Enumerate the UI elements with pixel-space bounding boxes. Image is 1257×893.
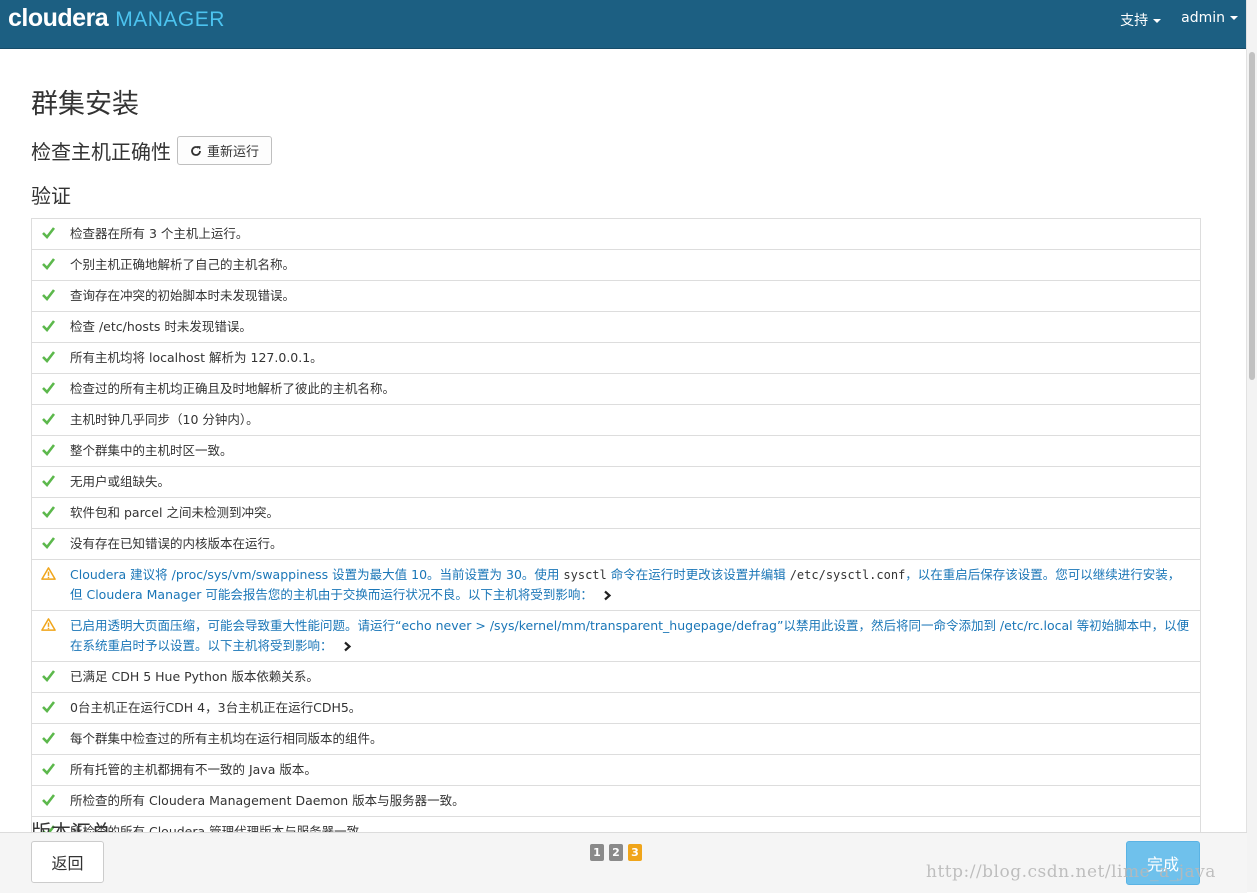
scrollbar-thumb[interactable] xyxy=(1249,52,1255,380)
caret-down-icon xyxy=(1153,19,1162,23)
check-icon xyxy=(42,794,56,806)
expand-chevron-icon[interactable] xyxy=(603,590,612,601)
validation-text: 软件包和 parcel 之间未检测到冲突。 xyxy=(70,505,279,520)
logo-primary-text: cloudera xyxy=(8,4,109,32)
check-icon xyxy=(42,701,56,713)
validation-success-row: 每个群集中检查过的所有主机均在运行相同版本的组件。 xyxy=(32,723,1200,754)
check-icon xyxy=(42,382,56,394)
validation-success-row: 检查器在所有 3 个主机上运行。 xyxy=(32,219,1200,249)
validation-text: 检查过的所有主机均正确且及时地解析了彼此的主机名称。 xyxy=(70,381,396,396)
validation-success-row: 所检查的所有 Cloudera Management Daemon 版本与服务器… xyxy=(32,785,1200,816)
validation-success-row: 所有主机均将 localhost 解析为 127.0.0.1。 xyxy=(32,342,1200,373)
cloudera-manager-logo[interactable]: cloudera MANAGER xyxy=(8,4,225,34)
validation-success-row: 主机时钟几乎同步（10 分钟内）。 xyxy=(32,404,1200,435)
warning-icon xyxy=(41,618,56,631)
check-icon xyxy=(42,475,56,487)
check-icon xyxy=(42,537,56,549)
validation-success-row: 已满足 CDH 5 Hue Python 版本依赖关系。 xyxy=(32,661,1200,692)
validation-success-row: 没有存在已知错误的内核版本在运行。 xyxy=(32,528,1200,559)
check-icon xyxy=(42,258,56,270)
blog-watermark: http://blog.csdn.net/lime_a_java xyxy=(926,862,1216,882)
validation-success-row: 整个群集中的主机时区一致。 xyxy=(32,435,1200,466)
rerun-button[interactable]: 重新运行 xyxy=(177,136,273,165)
validation-text: 检查器在所有 3 个主机上运行。 xyxy=(70,226,249,241)
validation-text: 查询存在冲突的初始脚本时未发现错误。 xyxy=(70,288,296,303)
check-icon xyxy=(42,320,56,332)
validation-text: Cloudera 建议将 /proc/sys/vm/swappiness 设置为… xyxy=(70,567,1180,602)
expand-chevron-icon[interactable] xyxy=(343,641,352,652)
check-icon xyxy=(42,506,56,518)
page-title: 群集安装 xyxy=(31,89,139,120)
wizard-step-3: 3 xyxy=(628,844,642,861)
inline-code: /etc/sysctl.conf xyxy=(789,568,906,582)
verification-heading: 验证 xyxy=(31,184,71,208)
validation-text: 无用户或组缺失。 xyxy=(70,474,171,489)
rerun-button-label: 重新运行 xyxy=(207,145,260,160)
wizard-step-indicator: 123 xyxy=(590,844,647,861)
back-button[interactable]: 返回 xyxy=(31,841,104,883)
page-scrollbar[interactable] xyxy=(1246,0,1257,892)
validation-success-row: 软件包和 parcel 之间未检测到冲突。 xyxy=(32,497,1200,528)
validation-success-row: 无用户或组缺失。 xyxy=(32,466,1200,497)
support-menu-label: 支持 xyxy=(1120,13,1149,29)
check-icon xyxy=(42,732,56,744)
validation-text: 没有存在已知错误的内核版本在运行。 xyxy=(70,536,283,551)
check-icon xyxy=(42,444,56,456)
check-icon xyxy=(42,289,56,301)
caret-down-icon xyxy=(1230,16,1238,20)
validation-text: 个别主机正确地解析了自己的主机名称。 xyxy=(70,257,296,272)
validation-success-row: 个别主机正确地解析了自己的主机名称。 xyxy=(32,249,1200,280)
validation-success-row: 检查 /etc/hosts 时未发现错误。 xyxy=(32,311,1200,342)
validation-text: 整个群集中的主机时区一致。 xyxy=(70,443,233,458)
inline-code: sysctl xyxy=(563,568,607,582)
validation-list: 检查器在所有 3 个主机上运行。个别主机正确地解析了自己的主机名称。 查询存在冲突… xyxy=(31,218,1201,848)
validation-text: 所检查的所有 Cloudera Management Daemon 版本与服务器… xyxy=(70,793,465,808)
validation-text: 所有主机均将 localhost 解析为 127.0.0.1。 xyxy=(70,350,323,365)
warning-icon xyxy=(41,567,56,580)
top-nav-menu: 支持 admin xyxy=(1100,10,1238,30)
check-icon xyxy=(42,413,56,425)
refresh-icon xyxy=(190,145,202,157)
validation-success-row: 0台主机正在运行CDH 4，3台主机正在运行CDH5。 xyxy=(32,692,1200,723)
validation-success-row: 检查过的所有主机均正确且及时地解析了彼此的主机名称。 xyxy=(32,373,1200,404)
check-icon xyxy=(42,670,56,682)
validation-text: 检查 /etc/hosts 时未发现错误。 xyxy=(70,319,252,334)
text-fragment: 已启用透明大页面压缩，可能会导致重大性能问题。请运行“echo never > … xyxy=(70,618,1190,653)
check-icon xyxy=(42,227,56,239)
section-subtitle: 检查主机正确性 xyxy=(31,140,171,164)
logo-secondary-text: MANAGER xyxy=(115,8,225,31)
host-inspector-section: 检查主机正确性 重新运行 xyxy=(31,136,273,165)
validation-warning-row[interactable]: Cloudera 建议将 /proc/sys/vm/swappiness 设置为… xyxy=(32,559,1200,610)
validation-success-row: 所有托管的主机都拥有不一致的 Java 版本。 xyxy=(32,754,1200,785)
wizard-step-2: 2 xyxy=(609,844,623,861)
validation-text: 0台主机正在运行CDH 4，3台主机正在运行CDH5。 xyxy=(70,700,362,715)
top-navbar: cloudera MANAGER 支持 admin xyxy=(0,0,1247,49)
admin-menu[interactable]: admin xyxy=(1181,10,1238,30)
validation-warning-row[interactable]: 已启用透明大页面压缩，可能会导致重大性能问题。请运行“echo never > … xyxy=(32,610,1200,661)
support-menu[interactable]: 支持 xyxy=(1120,10,1162,30)
validation-text: 主机时钟几乎同步（10 分钟内）。 xyxy=(70,412,259,427)
text-fragment: Cloudera 建议将 /proc/sys/vm/swappiness 设置为… xyxy=(70,567,564,582)
validation-text: 所有托管的主机都拥有不一致的 Java 版本。 xyxy=(70,762,317,777)
check-icon xyxy=(42,763,56,775)
text-fragment: 命令在运行时更改该设置并编辑 xyxy=(606,567,790,582)
validation-success-row: 查询存在冲突的初始脚本时未发现错误。 xyxy=(32,280,1200,311)
admin-menu-label: admin xyxy=(1181,10,1225,26)
validation-text: 每个群集中检查过的所有主机均在运行相同版本的组件。 xyxy=(70,731,383,746)
wizard-step-1: 1 xyxy=(590,844,604,861)
validation-text: 已启用透明大页面压缩，可能会导致重大性能问题。请运行“echo never > … xyxy=(70,618,1189,653)
check-icon xyxy=(42,351,56,363)
validation-text: 已满足 CDH 5 Hue Python 版本依赖关系。 xyxy=(70,669,319,684)
